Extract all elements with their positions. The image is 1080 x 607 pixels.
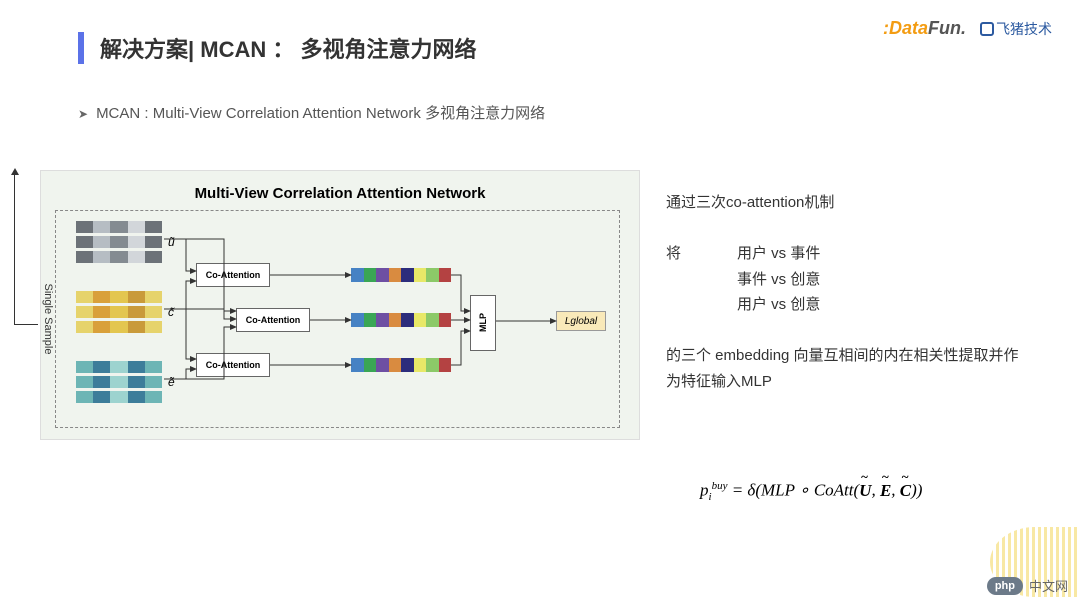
input-c <box>76 291 162 336</box>
formula-sub: i <box>709 491 712 503</box>
formula-sep1: , <box>871 481 880 500</box>
diagram-dashed-box: Single Sample ũ c̃ ẽ Co-Attention Co-Att… <box>55 210 620 428</box>
single-sample-label: Single Sample <box>42 279 54 359</box>
diagram: Multi-View Correlation Attention Network… <box>40 170 640 440</box>
diagram-title: Multi-View Correlation Attention Network <box>55 185 625 202</box>
page-title: 解决方案| MCAN ： 多视角注意力网络 <box>100 32 476 64</box>
php-badge: php <box>987 577 1023 595</box>
side-line3: 的三个 embedding 向量互相间的内在相关性提取并作为特征输入MLP <box>666 343 1026 394</box>
mlp-box: MLP <box>470 295 496 351</box>
feizhu-icon <box>980 22 994 36</box>
coattention-box-3: Co-Attention <box>196 353 270 377</box>
embedding-output-2 <box>351 313 451 327</box>
header-logos: :DataFun. 飞猪技术 <box>883 18 1052 39</box>
pair-user-event: 用户 vs 事件 <box>737 241 820 267</box>
formula-end: )) <box>911 481 922 500</box>
logo-feizhu-text: 飞猪技术 <box>996 19 1052 39</box>
title-bar: 解决方案| MCAN ： 多视角注意力网络 <box>78 32 476 64</box>
side-line1: 通过三次co-attention机制 <box>666 190 1026 216</box>
l-global-box: Lglobal <box>556 311 606 331</box>
coattention-box-2: Co-Attention <box>236 308 310 332</box>
input-e <box>76 361 162 406</box>
coattention-box-1: Co-Attention <box>196 263 270 287</box>
side-text: 通过三次co-attention机制 将 用户 vs 事件 事件 vs 创意 用… <box>666 190 1026 394</box>
formula-p: p <box>700 481 709 500</box>
formula-sup: buy <box>712 480 728 492</box>
pair-user-creative: 用户 vs 创意 <box>737 292 820 318</box>
logo-datafun: :DataFun. <box>883 18 966 39</box>
label-c-tilde: c̃ <box>168 305 174 319</box>
subtitle: MCAN : Multi-View Correlation Attention … <box>78 102 545 123</box>
logo-feizhu: 飞猪技术 <box>980 19 1052 39</box>
label-e-tilde: ẽ <box>168 375 175 389</box>
formula-sep2: , <box>891 481 900 500</box>
formula-e: E <box>880 481 891 500</box>
footer-cn: 中文网 <box>1029 576 1068 595</box>
l-global-text: Lglobal <box>565 316 597 327</box>
side-line2-prefix: 将 <box>666 241 681 318</box>
input-u <box>76 221 162 266</box>
pair-event-creative: 事件 vs 创意 <box>737 267 820 293</box>
formula-eq: = δ(MLP ∘ CoAtt( <box>727 481 859 500</box>
formula-c: C <box>900 481 911 500</box>
formula-u: U <box>859 481 871 500</box>
formula: pibuy = δ(MLP ∘ CoAtt(U, E, C)) <box>700 480 922 503</box>
title-accent <box>78 32 84 64</box>
embedding-output-3 <box>351 358 451 372</box>
footer-logo: php 中文网 <box>987 576 1068 595</box>
embedding-output-1 <box>351 268 451 282</box>
return-arrow-icon <box>14 170 38 325</box>
label-u-tilde: ũ <box>168 235 175 249</box>
